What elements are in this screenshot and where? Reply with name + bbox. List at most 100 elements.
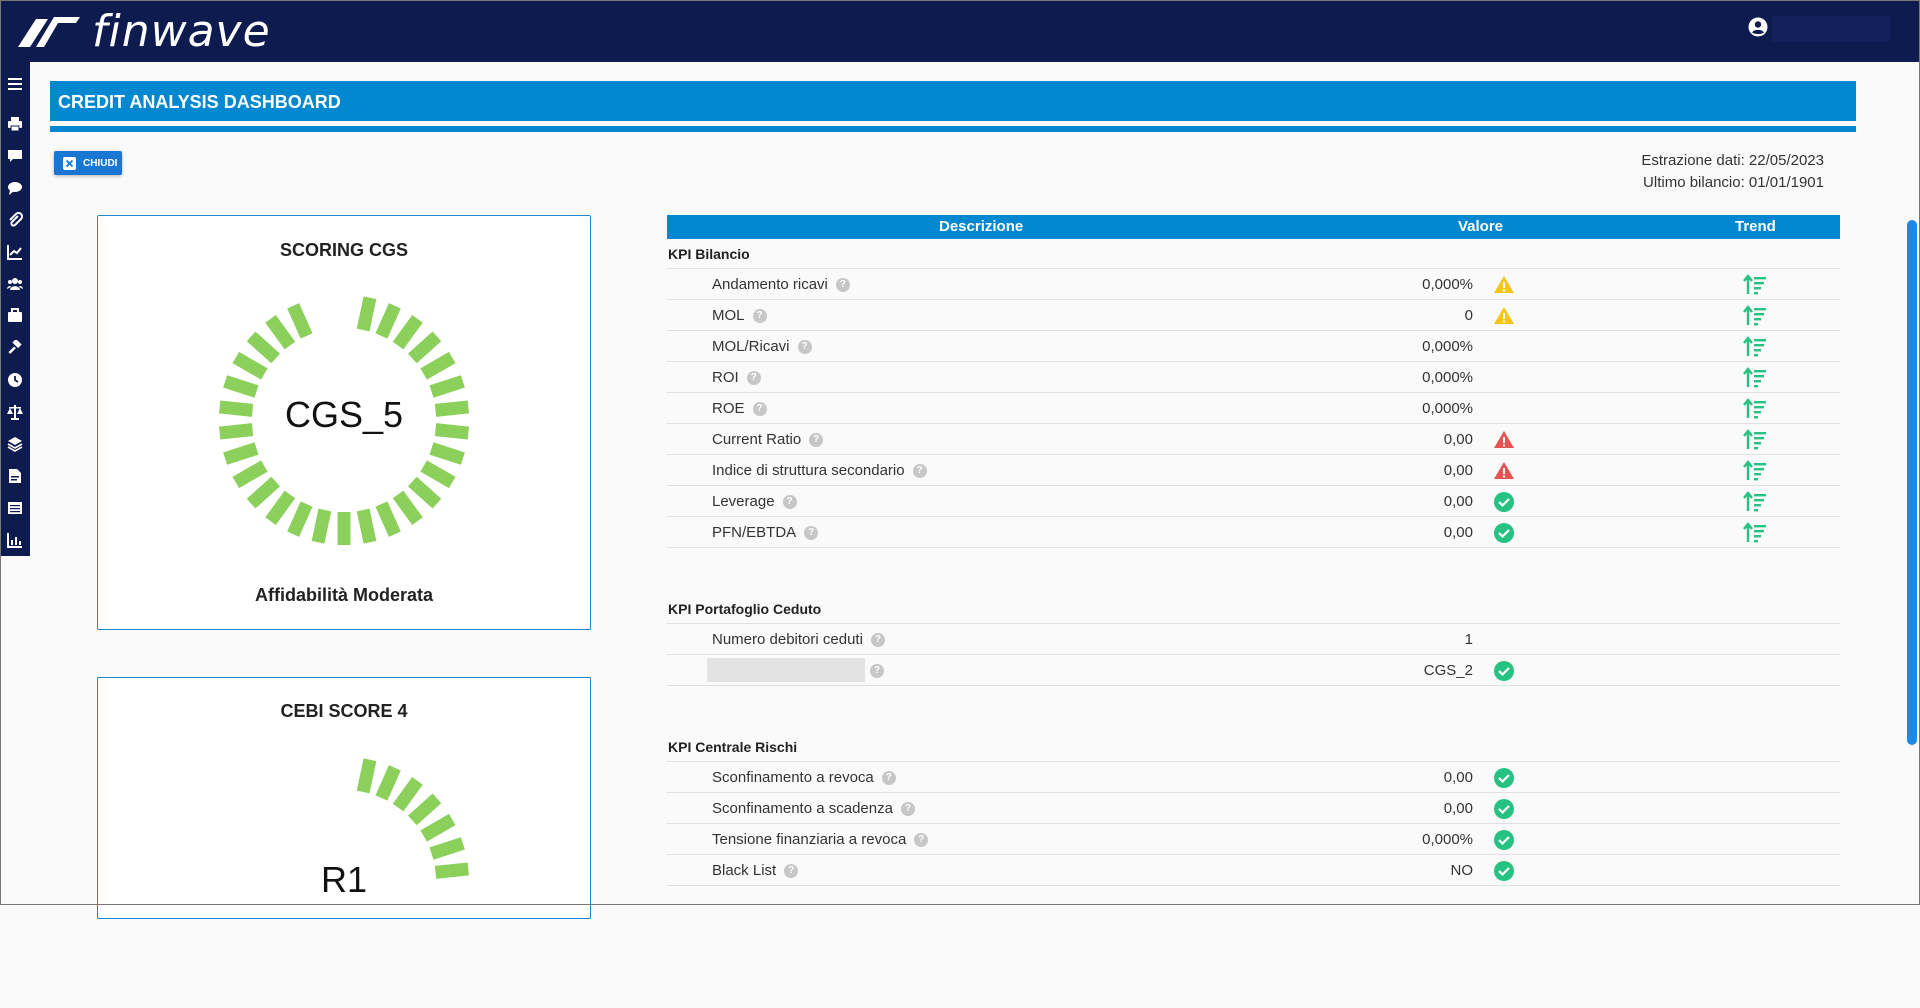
sort-amount-up-icon[interactable] (1743, 274, 1767, 296)
gauge-segment (311, 508, 332, 544)
gauge-segment (265, 315, 296, 350)
list-icon[interactable] (7, 500, 23, 516)
help-icon[interactable]: ? (870, 633, 885, 648)
sidebar (0, 62, 30, 556)
sort-amount-up-icon[interactable] (1743, 522, 1767, 544)
chart-line-icon[interactable] (7, 244, 23, 260)
kpi-value: 0,00 (1443, 431, 1473, 448)
warning-icon (1494, 276, 1514, 293)
gauge-segment (420, 460, 456, 489)
redacted-label (707, 658, 865, 682)
help-icon[interactable]: ? (752, 402, 767, 417)
kpi-label: Numero debitori ceduti? (712, 631, 885, 648)
clock-icon[interactable] (7, 372, 23, 388)
kpi-row: MOL? 0 (667, 300, 1840, 331)
kpi-label: ROE? (712, 400, 767, 417)
kpi-row: Numero debitori ceduti? 1 (667, 624, 1840, 655)
help-icon[interactable]: ? (912, 464, 927, 479)
gauge-segment (392, 777, 423, 812)
gauge-segment (246, 476, 280, 509)
kpi-value: 0,00 (1443, 800, 1473, 817)
vertical-scrollbar[interactable] (1907, 220, 1917, 745)
briefcase-icon[interactable] (7, 308, 23, 324)
kpi-label: Indice di struttura secondario? (712, 462, 927, 479)
gauge-segment (265, 490, 296, 525)
sort-amount-up-icon[interactable] (1743, 398, 1767, 420)
gauge-segment (356, 296, 377, 332)
gavel-icon[interactable] (7, 340, 23, 356)
bar-chart-icon[interactable] (7, 532, 23, 548)
help-icon[interactable]: ? (881, 771, 896, 786)
help-icon[interactable]: ? (782, 495, 797, 510)
gauge-segment (420, 351, 456, 380)
check-circle-icon (1494, 830, 1514, 850)
header-divider (50, 126, 1856, 132)
help-icon[interactable]: ? (746, 371, 761, 386)
gauge-segment (375, 501, 401, 537)
kpi-label: Black List? (712, 862, 799, 879)
kpi-table-header: Descrizione Valore Trend (667, 215, 1840, 239)
warning-icon (1494, 307, 1514, 324)
help-icon[interactable]: ? (914, 833, 929, 848)
gauge-segment (232, 460, 268, 489)
cebi-score-value: R1 (320, 859, 368, 900)
close-button[interactable]: CHIUDI (54, 151, 122, 175)
check-circle-icon (1494, 492, 1514, 512)
comment-icon[interactable] (7, 148, 23, 164)
help-icon[interactable]: ? (870, 664, 884, 679)
kpi-label: ? (870, 662, 884, 679)
check-circle-icon (1494, 661, 1514, 681)
help-icon[interactable]: ? (804, 526, 819, 541)
last-balance-date: Ultimo bilancio: 01/01/1901 (1643, 174, 1824, 191)
kpi-label: Sconfinamento a revoca? (712, 769, 896, 786)
dashboard-header: CREDIT ANALYSIS DASHBOARD (50, 81, 1856, 121)
sort-amount-up-icon[interactable] (1743, 367, 1767, 389)
users-icon[interactable] (7, 276, 23, 292)
user-name-box[interactable] (1772, 16, 1890, 42)
kpi-row: Indice di struttura secondario? 0,00 (667, 455, 1840, 486)
top-navbar: finwave (0, 0, 1920, 62)
layers-icon[interactable] (7, 436, 23, 452)
sort-amount-up-icon[interactable] (1743, 491, 1767, 513)
gauge-segment (420, 813, 456, 842)
paperclip-icon[interactable] (7, 212, 23, 228)
kpi-label: PFN/EBTDA? (712, 524, 819, 541)
extraction-date: Estrazione dati: 22/05/2023 (1641, 152, 1824, 169)
comments-icon[interactable] (7, 180, 23, 196)
gauge-segment (287, 501, 313, 537)
sort-amount-up-icon[interactable] (1743, 305, 1767, 327)
finwave-logo[interactable]: finwave (18, 6, 271, 57)
help-icon[interactable]: ? (900, 802, 915, 817)
danger-icon (1494, 431, 1514, 448)
sort-amount-up-icon[interactable] (1743, 336, 1767, 358)
kpi-label: MOL? (712, 307, 767, 324)
help-icon[interactable]: ? (809, 433, 824, 448)
kpi-row: Current Ratio? 0,00 (667, 424, 1840, 455)
balance-scale-icon[interactable] (7, 404, 23, 420)
col-header-valore: Valore (1458, 218, 1504, 235)
menu-icon[interactable] (7, 76, 23, 92)
help-icon[interactable]: ? (797, 340, 812, 355)
gauge-segment (375, 303, 401, 339)
kpi-row: Andamento ricavi? 0,000% (667, 269, 1840, 300)
help-icon[interactable]: ? (835, 278, 850, 293)
kpi-value: CGS_2 (1423, 662, 1473, 679)
kpi-row: MOL/Ricavi? 0,000% (667, 331, 1840, 362)
kpi-value: 0,000% (1422, 369, 1473, 386)
kpi-row: Sconfinamento a revoca? 0,00 (667, 762, 1840, 793)
kpi-label: Andamento ricavi? (712, 276, 850, 293)
help-icon[interactable]: ? (752, 309, 767, 324)
user-circle-icon[interactable] (1748, 17, 1768, 37)
file-pdf-icon[interactable] (7, 468, 23, 484)
sort-amount-up-icon[interactable] (1743, 429, 1767, 451)
section-title-kpi-portafoglio: KPI Portafoglio Ceduto (668, 601, 822, 617)
logo-mark-icon (18, 17, 80, 47)
print-icon[interactable] (7, 116, 23, 132)
gauge-segment (356, 508, 377, 544)
kpi-value: 0,00 (1443, 462, 1473, 479)
kpi-label: ROI? (712, 369, 761, 386)
gauge-segment (223, 442, 259, 465)
sort-amount-up-icon[interactable] (1743, 460, 1767, 482)
gauge-segment (223, 375, 259, 398)
help-icon[interactable]: ? (784, 864, 799, 879)
